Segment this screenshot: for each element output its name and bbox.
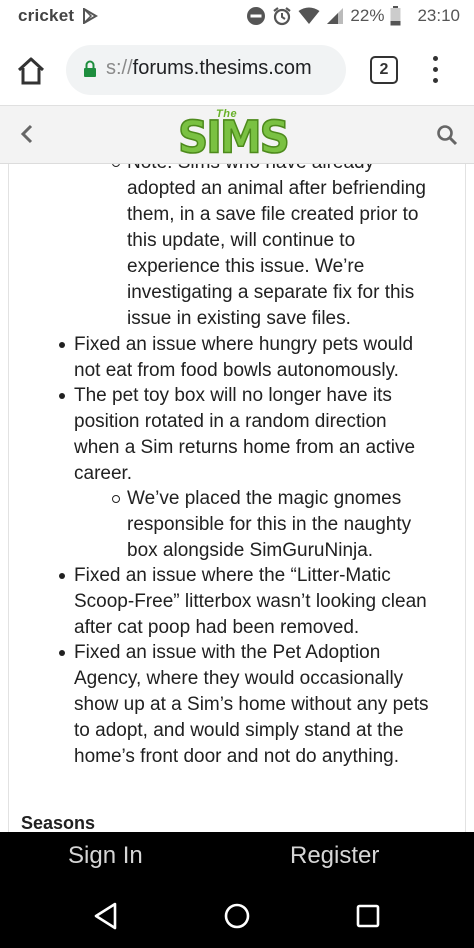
post-content: Note: Sims who have already adopted an a…: [0, 164, 474, 832]
address-bar[interactable]: s://forums.thesims.com: [66, 45, 346, 95]
do-not-disturb-icon: [246, 6, 266, 26]
circle-home-icon[interactable]: [223, 902, 251, 930]
battery-percent: 22%: [350, 6, 385, 25]
browser-toolbar: s://forums.thesims.com 2: [0, 34, 474, 106]
register-button[interactable]: Register: [290, 842, 379, 870]
status-bar: cricket 22% 23:10: [0, 0, 474, 34]
alarm-icon: [272, 6, 292, 26]
bullet: [59, 342, 65, 348]
list-item: The pet toy box will no longer have its …: [74, 385, 416, 484]
list-item: Fixed an issue where the “Litter-Matic S…: [74, 565, 427, 638]
square-recents-icon[interactable]: [356, 904, 380, 928]
url-text: s://forums.thesims.com: [106, 57, 312, 79]
sims-logo[interactable]: The SIMS: [177, 108, 300, 164]
section-heading-seasons: Seasons: [21, 813, 96, 832]
search-icon[interactable]: [436, 124, 458, 146]
sign-in-button[interactable]: Sign In: [68, 842, 143, 870]
bullet: [59, 573, 65, 579]
sub-bullet: [112, 164, 120, 167]
more-vert-icon[interactable]: [428, 54, 444, 86]
logo-sims: SIMS: [177, 111, 290, 164]
system-nav-bar: [0, 886, 474, 948]
bullet: [59, 650, 65, 656]
note-text: Note: Sims who have already adopted an a…: [127, 164, 426, 329]
carrier-name: cricket: [18, 6, 75, 25]
auth-bar: Sign In Register: [0, 832, 474, 886]
wifi-icon: [298, 7, 320, 25]
tab-switcher-button[interactable]: 2: [370, 56, 398, 84]
bullet: [59, 393, 65, 399]
home-icon[interactable]: [14, 54, 48, 88]
post-card: Note: Sims who have already adopted an a…: [8, 164, 466, 832]
sub-bullet: [112, 495, 120, 503]
list-item: Fixed an issue where hungry pets would n…: [74, 334, 414, 381]
list-item: Fixed an issue with the Pet Adoption Age…: [74, 642, 429, 767]
battery-icon: [390, 6, 401, 26]
lock-icon: [83, 60, 97, 83]
sub-list-item: We’ve placed the magic gnomes responsibl…: [127, 488, 412, 561]
clock: 23:10: [417, 6, 460, 25]
play-store-notification-icon: [82, 7, 98, 29]
chevron-left-icon[interactable]: [16, 122, 40, 146]
signal-icon: [326, 7, 344, 25]
site-header: The SIMS: [0, 106, 474, 164]
triangle-back-icon[interactable]: [93, 902, 119, 930]
